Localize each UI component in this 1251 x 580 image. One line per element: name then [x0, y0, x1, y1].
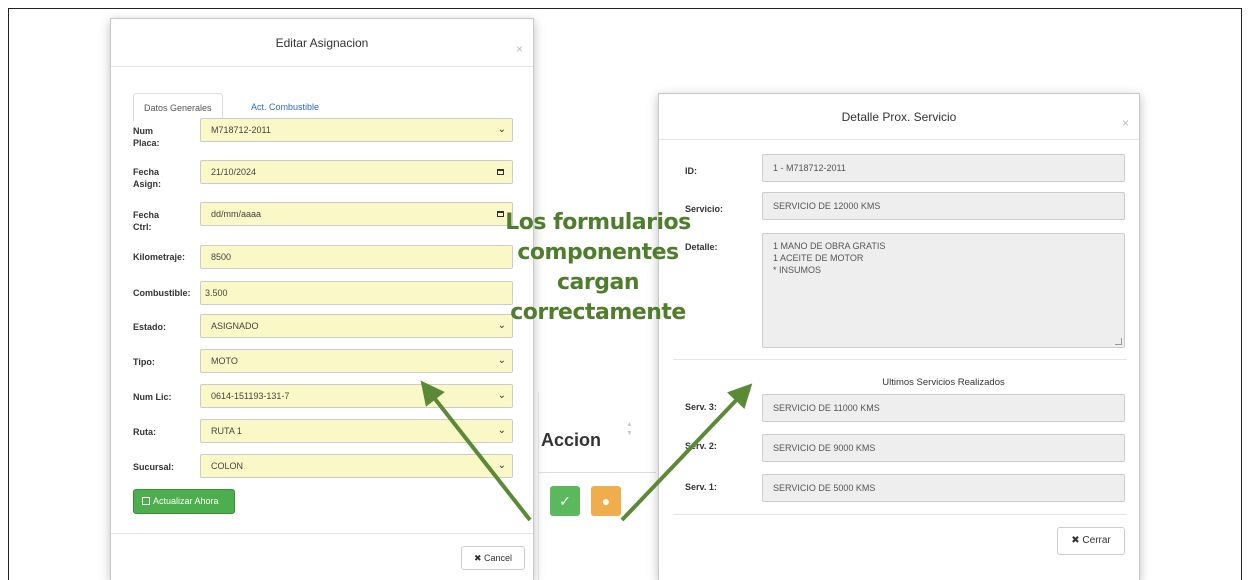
- arrow-to-right-form: [620, 383, 753, 522]
- arrow-to-left-form: [420, 380, 532, 522]
- annotation-arrows: [420, 380, 753, 522]
